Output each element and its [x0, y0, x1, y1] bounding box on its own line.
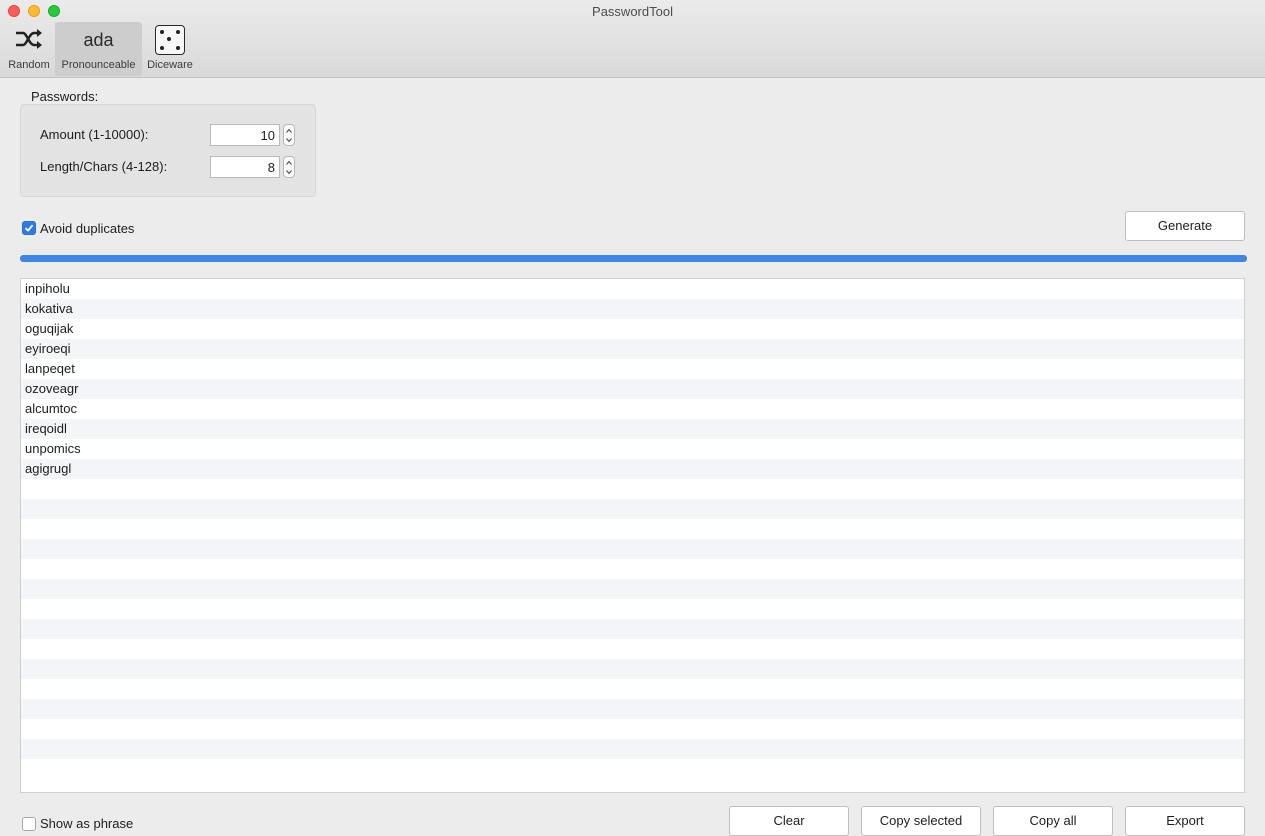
- stepper-up-icon: [286, 128, 292, 133]
- stepper-up-icon: [286, 160, 292, 165]
- toolbar-label-random: Random: [8, 59, 50, 71]
- empty-list-row: [21, 519, 1244, 539]
- toolbar-pronounceable-button[interactable]: ada Pronounceable: [55, 22, 142, 76]
- list-item[interactable]: inpiholu: [21, 279, 1244, 299]
- amount-stepper[interactable]: [283, 124, 295, 146]
- passwords-group-title: Passwords:: [31, 89, 99, 104]
- generate-button[interactable]: Generate: [1125, 211, 1245, 241]
- empty-list-row: [21, 599, 1244, 619]
- empty-list-row: [21, 759, 1244, 779]
- list-item[interactable]: unpomics: [21, 439, 1244, 459]
- toolbar-diceware-button[interactable]: Diceware: [143, 22, 197, 76]
- window-title: PasswordTool: [592, 4, 673, 19]
- empty-list-row: [21, 659, 1244, 679]
- list-item[interactable]: kokativa: [21, 299, 1244, 319]
- avoid-duplicates-checkbox[interactable]: [22, 221, 36, 235]
- amount-input[interactable]: 10: [210, 124, 280, 146]
- list-item[interactable]: alcumtoc: [21, 399, 1244, 419]
- length-stepper[interactable]: [283, 156, 295, 178]
- pronounceable-icon: ada: [83, 30, 114, 50]
- empty-list-row: [21, 679, 1244, 699]
- amount-label: Amount (1-10000):: [40, 127, 149, 142]
- progress-fill: [20, 255, 1247, 262]
- toolbar-label-diceware: Diceware: [147, 59, 193, 71]
- list-item[interactable]: oguqijak: [21, 319, 1244, 339]
- shuffle-icon: [16, 29, 42, 49]
- empty-list-row: [21, 539, 1244, 559]
- empty-list-row: [21, 499, 1244, 519]
- empty-list-row: [21, 699, 1244, 719]
- stepper-down-icon: [286, 138, 292, 143]
- list-item[interactable]: eyiroeqi: [21, 339, 1244, 359]
- empty-list-row: [21, 639, 1244, 659]
- empty-list-row: [21, 479, 1244, 499]
- checkmark-icon: [24, 224, 34, 232]
- passwords-groupbox: [20, 104, 316, 197]
- clear-button[interactable]: Clear: [729, 806, 849, 836]
- empty-list-row: [21, 579, 1244, 599]
- show-as-phrase-checkbox[interactable]: [22, 817, 36, 831]
- show-as-phrase-label: Show as phrase: [40, 816, 134, 831]
- dice-icon: [155, 25, 185, 55]
- empty-list-row: [21, 719, 1244, 739]
- length-input[interactable]: 8: [210, 156, 280, 178]
- title-toolbar-area: PasswordTool Random ada Pronounceable Di…: [0, 0, 1265, 78]
- toolbar-label-pronounceable: Pronounceable: [61, 59, 136, 71]
- length-label: Length/Chars (4-128):: [40, 159, 168, 174]
- list-item[interactable]: ireqoidl: [21, 419, 1244, 439]
- password-list[interactable]: inpiholu kokativa oguqijak eyiroeqi lanpeqet…: [20, 278, 1245, 793]
- copy-selected-button[interactable]: Copy selected: [861, 806, 981, 836]
- empty-list-row: [21, 739, 1244, 759]
- list-item[interactable]: agigrugl: [21, 459, 1244, 479]
- empty-list-row: [21, 619, 1244, 639]
- toolbar-random-button[interactable]: Random: [4, 22, 54, 76]
- avoid-duplicates-label: Avoid duplicates: [40, 221, 135, 236]
- empty-list-row: [21, 559, 1244, 579]
- stepper-down-icon: [286, 170, 292, 175]
- copy-all-button[interactable]: Copy all: [993, 806, 1113, 836]
- progress-bar: [20, 255, 1247, 262]
- list-item[interactable]: lanpeqet: [21, 359, 1244, 379]
- list-item[interactable]: ozoveagr: [21, 379, 1244, 399]
- export-button[interactable]: Export: [1125, 806, 1245, 836]
